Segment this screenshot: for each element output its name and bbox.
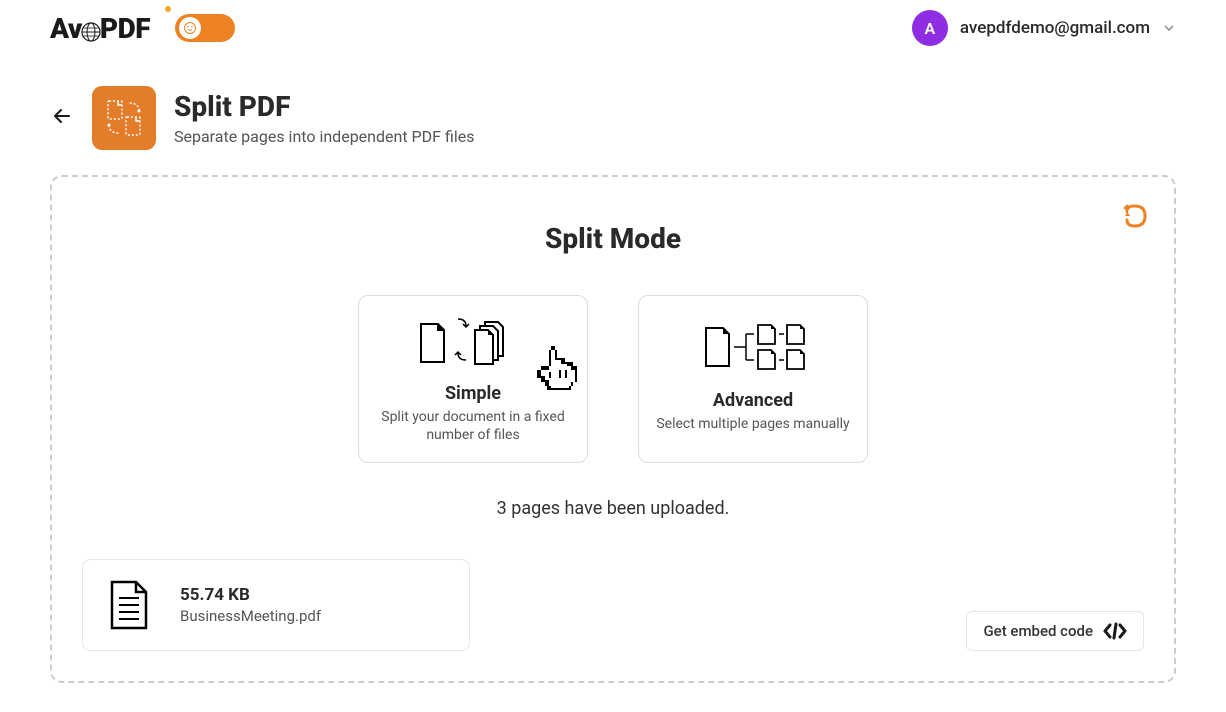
embed-code-button[interactable]: Get embed code (966, 611, 1144, 651)
simple-mode-icon (416, 316, 531, 371)
app-header: Av PDF A avepdfdemo@gmail.com (0, 0, 1226, 56)
mode-advanced-card[interactable]: Advanced Select multiple pages manually (638, 295, 868, 463)
tool-icon (92, 86, 156, 150)
file-details: 55.74 KB BusinessMeeting.pdf (180, 585, 321, 625)
page-header: Split PDF Separate pages into independen… (0, 56, 1226, 175)
main-panel: Split Mode Simple Split your document (50, 175, 1176, 683)
file-size: 55.74 KB (180, 585, 321, 605)
mode-simple-title: Simple (445, 383, 501, 404)
mode-simple-description: Split your document in a fixed number of… (374, 408, 572, 444)
split-pdf-icon (101, 95, 147, 141)
advanced-mode-icon (696, 316, 811, 378)
embed-code-label: Get embed code (983, 622, 1093, 640)
cursor-icon (537, 346, 582, 402)
user-avatar: A (912, 10, 948, 46)
back-button[interactable] (50, 104, 74, 132)
bottom-row: 55.74 KB BusinessMeeting.pdf Get embed c… (82, 559, 1144, 651)
mode-simple-card[interactable]: Simple Split your document in a fixed nu… (358, 295, 588, 463)
arrow-left-icon (50, 104, 74, 128)
reset-button[interactable] (1121, 202, 1149, 234)
app-logo[interactable]: Av PDF (50, 12, 150, 45)
header-left: Av PDF (50, 12, 235, 45)
toggle-knob (179, 17, 201, 39)
avatar-letter: A (925, 19, 936, 38)
file-name: BusinessMeeting.pdf (180, 607, 321, 625)
code-icon (1103, 622, 1127, 640)
toggle-indicator-dot (165, 6, 171, 12)
split-mode-options: Simple Split your document in a fixed nu… (82, 295, 1144, 463)
upload-status: 3 pages have been uploaded. (82, 498, 1144, 519)
undo-icon (1121, 202, 1149, 230)
mode-advanced-title: Advanced (713, 390, 793, 411)
header-right[interactable]: A avepdfdemo@gmail.com (912, 10, 1176, 46)
logo-part2: PDF (100, 12, 150, 45)
theme-toggle[interactable] (175, 14, 235, 42)
document-icon (108, 580, 150, 630)
globe-icon (80, 17, 102, 39)
logo-part1: Av (50, 12, 82, 45)
section-title: Split Mode (82, 222, 1144, 255)
user-email: avepdfdemo@gmail.com (960, 18, 1150, 38)
theme-toggle-container (175, 14, 235, 42)
chevron-down-icon (1162, 21, 1176, 35)
page-subtitle: Separate pages into independent PDF file… (174, 127, 474, 146)
tool-info: Split PDF Separate pages into independen… (174, 90, 474, 146)
smile-icon (184, 22, 196, 34)
page-title: Split PDF (174, 90, 474, 123)
file-info-card: 55.74 KB BusinessMeeting.pdf (82, 559, 470, 651)
mode-advanced-description: Select multiple pages manually (656, 415, 849, 433)
